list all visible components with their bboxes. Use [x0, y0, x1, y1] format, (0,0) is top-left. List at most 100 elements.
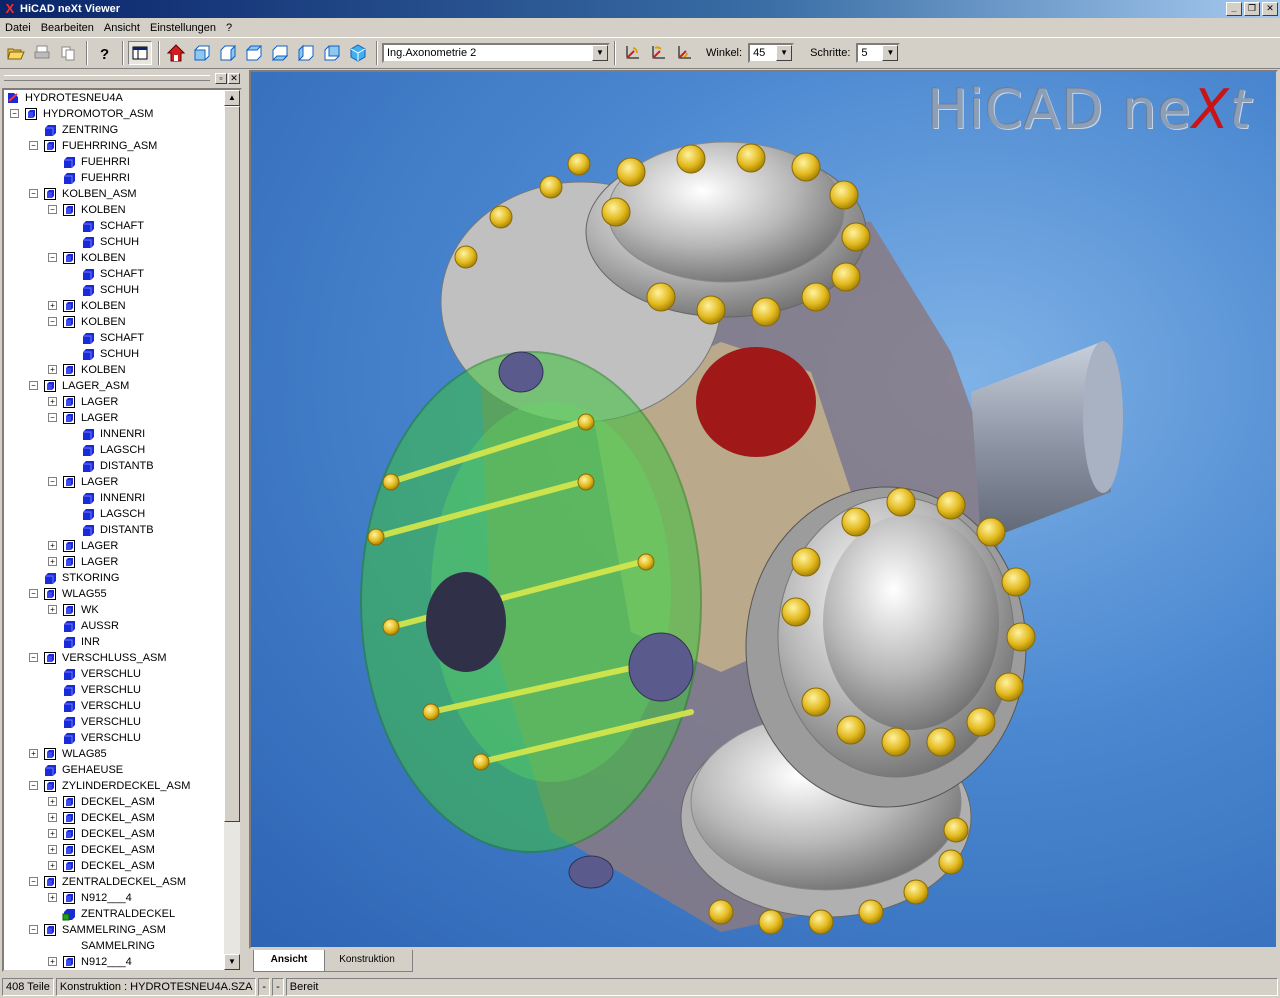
rotate-y-button[interactable] [646, 41, 670, 65]
tab-ansicht[interactable]: Ansicht [253, 950, 325, 972]
collapse-icon[interactable]: − [29, 653, 38, 662]
view-top-button[interactable] [294, 41, 318, 65]
collapse-icon[interactable]: − [29, 589, 38, 598]
scroll-thumb[interactable] [224, 106, 240, 822]
tree-node[interactable]: FUEHRRI [4, 170, 226, 186]
close-button[interactable]: ✕ [1262, 2, 1278, 16]
collapse-icon[interactable]: − [48, 253, 57, 262]
panel-close-button[interactable]: ✕ [228, 72, 240, 84]
tree-node[interactable]: STKORING [4, 570, 226, 586]
chevron-down-icon[interactable]: ▼ [776, 45, 793, 61]
tree-node[interactable]: + DECKEL_ASM [4, 794, 226, 810]
tree-node[interactable]: + KOLBEN [4, 362, 226, 378]
expand-icon[interactable]: + [48, 957, 57, 966]
tree-node[interactable]: DISTANTB [4, 458, 226, 474]
view-right-button[interactable] [268, 41, 292, 65]
expand-icon[interactable]: + [48, 365, 57, 374]
tree-node[interactable]: + WLAG85 [4, 746, 226, 762]
panel-grip[interactable] [4, 75, 210, 81]
tree-node[interactable]: + DECKEL_ASM [4, 826, 226, 842]
view-select[interactable]: Ing.Axonometrie 2 ▼ [382, 43, 610, 63]
collapse-icon[interactable]: − [10, 109, 19, 118]
tree-node[interactable]: − ZENTRALDECKEL_ASM [4, 874, 226, 890]
tree-scrollbar[interactable]: ▲ ▼ [224, 90, 240, 970]
expand-icon[interactable]: + [48, 557, 57, 566]
rotate-z-button[interactable] [672, 41, 696, 65]
menu-einstellungen[interactable]: Einstellungen [145, 22, 221, 34]
view-bottom-button[interactable] [320, 41, 344, 65]
tree-node[interactable]: + N912___4 [4, 954, 226, 970]
tree-node[interactable]: + KOLBEN [4, 298, 226, 314]
tree-node[interactable]: + DECKEL_ASM [4, 858, 226, 874]
tree-node[interactable]: ZENTRALDECKEL [4, 906, 226, 922]
collapse-icon[interactable]: − [48, 205, 57, 214]
expand-icon[interactable]: + [48, 845, 57, 854]
expand-icon[interactable]: + [48, 813, 57, 822]
3d-viewport[interactable]: HiCAD neXt [249, 70, 1278, 949]
tree-node[interactable]: + DECKEL_ASM [4, 810, 226, 826]
minimize-button[interactable]: _ [1226, 2, 1242, 16]
tree-node[interactable]: VERSCHLU [4, 666, 226, 682]
tree-node[interactable]: + LAGER [4, 538, 226, 554]
expand-icon[interactable]: + [29, 749, 38, 758]
expand-icon[interactable]: + [48, 397, 57, 406]
open-folder-button[interactable] [4, 41, 28, 65]
collapse-icon[interactable]: − [48, 413, 57, 422]
expand-icon[interactable]: + [48, 605, 57, 614]
tree-node[interactable]: VERSCHLU [4, 682, 226, 698]
panel-float-button[interactable]: ▫ [215, 72, 227, 84]
panel-toggle-button[interactable] [128, 41, 152, 65]
view-back-button[interactable] [216, 41, 240, 65]
tree-node[interactable]: − HYDROMOTOR_ASM [4, 106, 226, 122]
tree-node[interactable]: + LAGER [4, 394, 226, 410]
tree-node[interactable]: − VERSCHLUSS_ASM [4, 650, 226, 666]
tree-node[interactable]: − FUEHRRING_ASM [4, 138, 226, 154]
menu-ansicht[interactable]: Ansicht [99, 22, 145, 34]
menu-datei[interactable]: Datei [0, 22, 36, 34]
menu-bearbeiten[interactable]: Bearbeiten [36, 22, 99, 34]
tree-node[interactable]: − KOLBEN [4, 202, 226, 218]
expand-icon[interactable]: + [48, 797, 57, 806]
expand-icon[interactable]: + [48, 861, 57, 870]
scroll-up-button[interactable]: ▲ [224, 90, 240, 106]
tree-node[interactable]: INNENRI [4, 426, 226, 442]
tree-node[interactable]: − KOLBEN [4, 314, 226, 330]
tab-konstruktion[interactable]: Konstruktion [321, 950, 413, 972]
winkel-select[interactable]: 45 ▼ [748, 43, 795, 63]
tree-node[interactable]: SCHAFT [4, 330, 226, 346]
tree-node[interactable]: + LAGER [4, 554, 226, 570]
tree-node[interactable]: − WLAG55 [4, 586, 226, 602]
tree-node[interactable]: SCHUH [4, 234, 226, 250]
tree-node[interactable]: + WK [4, 602, 226, 618]
schritte-select[interactable]: 5 ▼ [856, 43, 901, 63]
view-front-button[interactable] [190, 41, 214, 65]
tree-node[interactable]: − ZYLINDERDECKEL_ASM [4, 778, 226, 794]
tree-node[interactable]: − LAGER [4, 410, 226, 426]
collapse-icon[interactable]: − [29, 381, 38, 390]
view-iso-button[interactable] [346, 41, 370, 65]
collapse-icon[interactable]: − [29, 141, 38, 150]
tree-node[interactable]: − LAGER_ASM [4, 378, 226, 394]
home-view-button[interactable] [164, 41, 188, 65]
tree-node[interactable]: ZENTRING [4, 122, 226, 138]
tree-node[interactable]: − SAMMELRING_ASM [4, 922, 226, 938]
expand-icon[interactable]: + [48, 301, 57, 310]
rotate-x-button[interactable] [620, 41, 644, 65]
tree-node[interactable]: SCHAFT [4, 266, 226, 282]
tree-node[interactable]: SAMMELRING [4, 938, 226, 954]
tree-node[interactable]: GEHAEUSE [4, 762, 226, 778]
view-left-button[interactable] [242, 41, 266, 65]
scroll-down-button[interactable]: ▼ [224, 954, 240, 970]
expand-icon[interactable]: + [48, 829, 57, 838]
expand-icon[interactable]: + [48, 541, 57, 550]
tree-node[interactable]: INR [4, 634, 226, 650]
collapse-icon[interactable]: − [29, 925, 38, 934]
collapse-icon[interactable]: − [48, 317, 57, 326]
help-button[interactable]: ? [92, 41, 116, 65]
tree-node[interactable]: VERSCHLU [4, 714, 226, 730]
tree-node[interactable]: VERSCHLU [4, 730, 226, 746]
collapse-icon[interactable]: − [48, 477, 57, 486]
tree-node[interactable]: − LAGER [4, 474, 226, 490]
tree-node[interactable]: SCHAFT [4, 218, 226, 234]
menu-help[interactable]: ? [221, 22, 237, 34]
